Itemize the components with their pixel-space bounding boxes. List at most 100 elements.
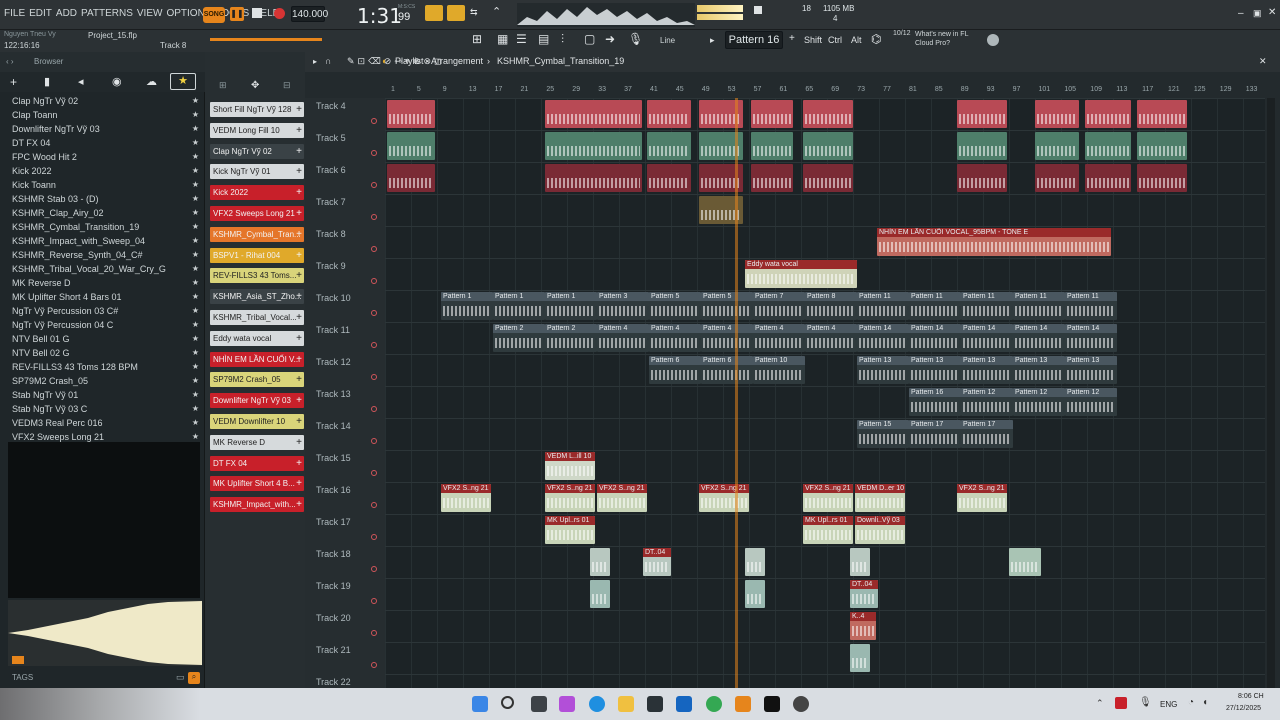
tempo-display[interactable]: 140.000 bbox=[291, 6, 328, 22]
track-mute-icon[interactable] bbox=[371, 566, 377, 572]
browser-item[interactable]: KSHMR_Tribal_Vocal_20_War_Cry_G ★ bbox=[0, 262, 205, 276]
news-icon[interactable]: ⌬ bbox=[871, 32, 881, 46]
news-text[interactable]: What's new in FL Cloud Pro? bbox=[915, 30, 975, 48]
pattern-clip[interactable]: Pattern 6 bbox=[701, 356, 753, 384]
playlist-icon[interactable]: ☰ bbox=[516, 32, 530, 46]
search-icon[interactable]: ⌕ bbox=[188, 672, 200, 684]
pattern-clip[interactable]: Pattern 10 bbox=[753, 356, 805, 384]
edge-icon[interactable] bbox=[589, 696, 605, 712]
browser-item[interactable]: Kick 2022 ★ bbox=[0, 164, 205, 178]
track-mute-icon[interactable] bbox=[371, 438, 377, 444]
shift-key-button[interactable]: Shift bbox=[804, 35, 822, 45]
ctrl-key-button[interactable]: Ctrl bbox=[828, 35, 842, 45]
explorer-icon[interactable] bbox=[618, 696, 634, 712]
star-icon[interactable]: ★ bbox=[192, 388, 199, 402]
playlist-clip[interactable] bbox=[545, 132, 642, 160]
track-mute-icon[interactable] bbox=[371, 662, 377, 668]
close-icon[interactable]: ✕ bbox=[1268, 7, 1276, 18]
rack-graph-icon[interactable]: ⊟ bbox=[283, 80, 291, 91]
channel-button[interactable]: VEDM Downlifter 10 + bbox=[210, 414, 304, 429]
track-mute-icon[interactable] bbox=[371, 374, 377, 380]
channel-add-icon[interactable]: + bbox=[296, 144, 302, 159]
browser-item[interactable]: KSHMR_Cymbal_Transition_19 ★ bbox=[0, 220, 205, 234]
pattern-clip[interactable]: Pattern 13 bbox=[1013, 356, 1065, 384]
channel-add-icon[interactable]: + bbox=[296, 476, 302, 491]
playlist-clip[interactable]: K..4 bbox=[850, 612, 876, 640]
channel-add-icon[interactable]: + bbox=[296, 268, 302, 283]
pattern-clip[interactable]: Pattern 13 bbox=[961, 356, 1013, 384]
playlist-clip[interactable] bbox=[1009, 548, 1041, 576]
fl-studio-icon[interactable] bbox=[735, 696, 751, 712]
track-mute-icon[interactable] bbox=[371, 598, 377, 604]
track-header[interactable]: Track 15 bbox=[305, 450, 385, 482]
pattern-clip[interactable]: Pattern 17 bbox=[961, 420, 1013, 448]
pattern-clip[interactable]: Pattern 11 bbox=[857, 292, 909, 320]
metronome-icon[interactable] bbox=[447, 5, 465, 21]
track-mute-icon[interactable] bbox=[371, 630, 377, 636]
browser-item[interactable]: SP79M2 Crash_05 ★ bbox=[0, 374, 205, 388]
track-header[interactable]: Track 20 bbox=[305, 610, 385, 642]
channel-add-icon[interactable]: + bbox=[296, 497, 302, 512]
rack-move-icon[interactable]: ✥ bbox=[251, 80, 259, 91]
channel-button[interactable]: Downlifter NgTr Vỹ 03 + bbox=[210, 393, 304, 409]
rack-menu-icon[interactable]: ⊞ bbox=[219, 80, 227, 91]
pattern-clip[interactable]: Pattern 3 bbox=[597, 292, 649, 320]
playlist-arrow-icon[interactable]: ▸ bbox=[313, 57, 317, 66]
arrow-right-icon[interactable]: ➜ bbox=[605, 32, 619, 46]
playhead[interactable] bbox=[735, 98, 738, 688]
clock-date[interactable]: 27/12/2025 bbox=[1226, 705, 1261, 712]
pattern-clip[interactable]: Pattern 14 bbox=[857, 324, 909, 352]
countdown-icon[interactable]: ⌃ bbox=[492, 5, 508, 19]
browser-item[interactable]: MK Reverse D ★ bbox=[0, 276, 205, 290]
channel-button[interactable]: DT FX 04 + bbox=[210, 455, 304, 471]
mic-tray-icon[interactable]: 🎙 bbox=[1139, 697, 1152, 708]
playlist-clip[interactable] bbox=[751, 132, 793, 160]
channel-button[interactable]: NHÌN EM LẦN CUỐI V... + bbox=[210, 351, 304, 367]
add-pattern-icon[interactable]: + bbox=[789, 33, 795, 44]
playlist-clip[interactable] bbox=[1035, 100, 1079, 128]
channel-button[interactable]: Kick NgTr Vỹ 01 + bbox=[210, 164, 304, 180]
cloud-icon[interactable]: ☁ bbox=[146, 75, 157, 88]
playlist-close-icon[interactable]: ✕ bbox=[1259, 56, 1267, 67]
track-header[interactable]: Track 18 bbox=[305, 546, 385, 578]
tags-label[interactable]: TAGS bbox=[12, 673, 33, 682]
menu-patterns[interactable]: PATTERNS bbox=[81, 8, 133, 19]
menu-add[interactable]: ADD bbox=[56, 8, 77, 19]
playlist-clip[interactable]: Downli..Vỹ 03 bbox=[855, 516, 905, 544]
pattern-clip[interactable]: Pattern 5 bbox=[701, 292, 753, 320]
volume-icon[interactable]: ◖ bbox=[1202, 697, 1208, 708]
track-mute-icon[interactable] bbox=[371, 118, 377, 124]
track-mute-icon[interactable] bbox=[371, 246, 377, 252]
playlist-clip[interactable] bbox=[545, 100, 642, 128]
channel-add-icon[interactable]: + bbox=[296, 289, 302, 304]
star-icon[interactable]: ★ bbox=[192, 234, 199, 248]
fl-cloud-icon[interactable] bbox=[987, 34, 999, 46]
track-mute-icon[interactable] bbox=[371, 150, 377, 156]
clock-time[interactable]: 8:06 CH bbox=[1238, 693, 1264, 700]
pattern-clip[interactable]: Pattern 1 bbox=[493, 292, 545, 320]
task-view-icon[interactable] bbox=[531, 696, 547, 712]
star-icon[interactable]: ★ bbox=[192, 262, 199, 276]
star-icon[interactable]: ★ bbox=[192, 122, 199, 136]
pattern-clip[interactable]: Pattern 4 bbox=[701, 324, 753, 352]
browser-item[interactable]: Downlifter NgTr Vỹ 03 ★ bbox=[0, 122, 205, 136]
browser-item[interactable]: KSHMR_Clap_Airy_02 ★ bbox=[0, 206, 205, 220]
playlist-clip[interactable]: VEDM L..ill 10 bbox=[545, 452, 595, 480]
playlist-clip[interactable] bbox=[387, 164, 435, 192]
file-icon[interactable]: ▮ bbox=[44, 75, 50, 88]
star-icon[interactable]: ★ bbox=[192, 276, 199, 290]
pattern-clip[interactable]: Pattern 17 bbox=[909, 420, 961, 448]
star-icon[interactable]: ★ bbox=[192, 164, 199, 178]
track-header[interactable]: Track 13 bbox=[305, 386, 385, 418]
playlist-clip[interactable] bbox=[1137, 100, 1187, 128]
menu-view[interactable]: VIEW bbox=[137, 8, 163, 19]
pattern-selector[interactable]: Pattern 16 bbox=[725, 31, 783, 49]
language-indicator[interactable]: ENG bbox=[1160, 700, 1177, 709]
star-icon[interactable]: ★ bbox=[192, 94, 199, 108]
star-icon[interactable]: ★ bbox=[192, 192, 199, 206]
playlist-clip[interactable] bbox=[647, 164, 691, 192]
browser-item[interactable]: NgTr Vỹ Percussion 03 C# ★ bbox=[0, 304, 205, 318]
star-icon[interactable]: ★ bbox=[192, 318, 199, 332]
tiktok-icon[interactable] bbox=[764, 696, 780, 712]
playlist-clip[interactable] bbox=[1137, 132, 1187, 160]
